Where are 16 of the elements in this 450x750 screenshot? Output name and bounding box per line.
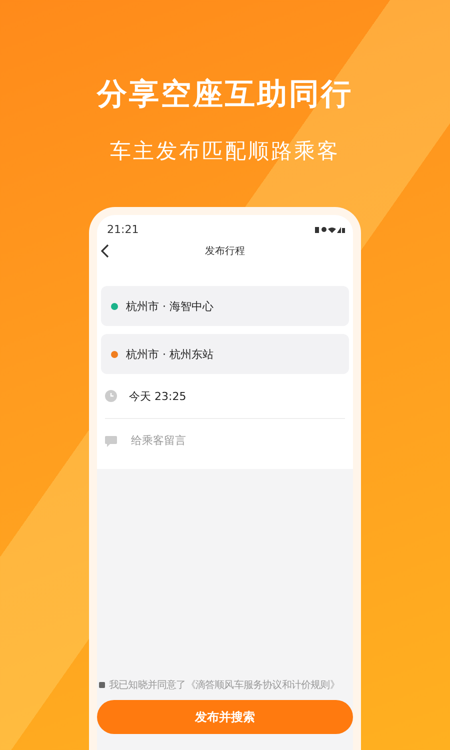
location-field[interactable]: 杭州市 · 海智中心 — [101, 286, 349, 326]
headline: 分享空座互助同行 — [97, 76, 353, 114]
page-title: 发布行程 — [205, 245, 245, 258]
subheadline: 车主发布匹配顺路乘客 — [110, 138, 340, 165]
status-icons-drawing — [315, 226, 345, 234]
location-text: 杭州市 · 杭州东站 — [126, 346, 214, 362]
back-icon[interactable] — [101, 244, 109, 258]
location-field[interactable]: 杭州市 · 杭州东站 — [101, 334, 349, 374]
location-text: 杭州市 · 海智中心 — [126, 298, 214, 314]
message-field[interactable]: 给乘客留言 — [129, 434, 345, 448]
chat-icon — [105, 436, 117, 446]
agreement-text: 我已知晓并同意了《滴答顺风车服务协议和计价规则》 — [109, 678, 340, 692]
agree-checkbox[interactable] — [99, 682, 105, 688]
clock-icon — [105, 390, 117, 402]
departure-time[interactable]: 今天 23:25 — [129, 388, 186, 404]
status-time: 21:21 — [107, 223, 139, 236]
